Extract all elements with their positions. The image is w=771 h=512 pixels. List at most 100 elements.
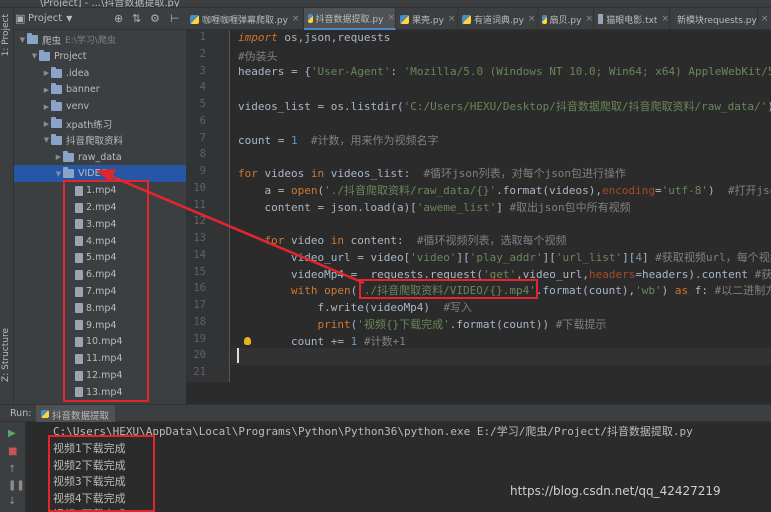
project-tool-tab[interactable]: 1: Project xyxy=(1,14,13,56)
folder-icon xyxy=(39,49,50,61)
code-editor[interactable]: import os,json,requests #伪装头 headers = {'U… xyxy=(231,30,771,382)
chevron-right-icon[interactable]: ▶ xyxy=(42,86,51,94)
annotation-path-box xyxy=(359,279,538,299)
scroll-down-icon[interactable]: ↓ xyxy=(8,496,16,507)
tree-folder-item[interactable]: ▼ 爬虫 E:\学习\爬虫 xyxy=(14,31,186,48)
close-icon[interactable]: × xyxy=(585,14,593,24)
code-line[interactable]: print('视频{}下载完成'.format(count)) #下载提示 xyxy=(238,316,606,332)
code-token: in xyxy=(330,234,344,247)
chevron-right-icon[interactable]: ▶ xyxy=(42,69,51,77)
code-token: count = xyxy=(238,133,291,147)
code-line[interactable]: #伪装头 xyxy=(238,48,278,64)
code-token: #获取视频url，每个视频有6个url xyxy=(655,250,771,264)
tree-folder-item[interactable]: ▼ Project xyxy=(14,48,186,65)
line-number: 16 xyxy=(193,282,206,295)
code-token: os,json,requests xyxy=(277,31,391,44)
editor-tab-bar: 咖喱咖喱弹幕爬取.py × 抖音数据提取.py × 果壳.py × 有道词典.py × 扇贝.p… xyxy=(186,8,771,30)
chevron-right-icon[interactable]: ▶ xyxy=(42,120,51,128)
code-token: =headers).content xyxy=(635,267,755,281)
code-token: in xyxy=(310,167,325,180)
editor-tab[interactable]: 咖喱咖喱弹幕爬取.py × xyxy=(186,8,304,30)
chevron-down-icon[interactable]: ▼ xyxy=(66,14,72,23)
close-icon[interactable]: × xyxy=(661,14,669,24)
code-line[interactable]: a = open('./抖音爬取资料/raw_data/{}'.format(v… xyxy=(238,182,771,198)
pause-icon[interactable]: ❚❚ xyxy=(8,480,25,491)
text-file-icon xyxy=(598,14,604,24)
tree-folder-item[interactable]: ▶ venv xyxy=(14,98,186,115)
code-token: .format(count), xyxy=(535,284,636,298)
code-token: ] xyxy=(642,250,656,264)
editor-tab-label: 扇贝.py xyxy=(549,15,582,26)
scroll-up-icon[interactable]: ↑ xyxy=(8,464,16,475)
close-icon[interactable]: × xyxy=(761,14,769,24)
line-number: 4 xyxy=(199,81,206,94)
annotation-video-files-box xyxy=(63,180,149,402)
code-line[interactable]: content = json.load(a)['aweme_list'] #取出… xyxy=(238,199,630,215)
close-icon[interactable]: × xyxy=(387,13,395,23)
editor-tab[interactable]: 果壳.py × xyxy=(396,8,458,30)
editor-tab[interactable]: 猫眼电影.txt × xyxy=(594,8,670,30)
chevron-down-icon[interactable]: ▼ xyxy=(30,52,39,60)
globe-icon[interactable]: ⊕ xyxy=(114,12,123,25)
gear-icon[interactable]: ⚙ xyxy=(150,12,160,25)
code-line[interactable]: for video in content: #循环视频列表，选取每个视频 xyxy=(238,232,567,248)
code-token: #循环json列表，对每个json包进行操作 xyxy=(423,167,627,180)
stop-icon[interactable]: ■ xyxy=(8,446,17,457)
code-token: a = xyxy=(238,183,291,197)
code-token: .format(count)) xyxy=(449,317,556,331)
python-file-icon xyxy=(400,14,409,24)
code-line[interactable]: import os,json,requests xyxy=(238,31,390,44)
collapse-icon[interactable]: ⊢ xyxy=(170,12,180,25)
editor-tab-label: 咖喱咖喱弹幕爬取.py xyxy=(202,15,288,26)
tree-item-label: raw_data xyxy=(78,151,122,163)
editor-tab[interactable]: 扇贝.py × xyxy=(538,8,594,30)
close-icon[interactable]: × xyxy=(292,14,300,24)
tree-folder-item[interactable]: ▶ banner xyxy=(14,81,186,98)
line-number: 2 xyxy=(199,47,206,60)
split-icon[interactable]: ⇅ xyxy=(132,12,141,25)
current-line-highlight xyxy=(231,348,771,366)
tree-folder-item[interactable]: ▶ raw_data xyxy=(14,149,186,166)
code-token: print xyxy=(317,317,351,331)
line-number: 7 xyxy=(199,131,206,144)
code-token: #获取 xyxy=(754,267,771,281)
code-line[interactable]: count = 1 #计数，用来作为视频名字 xyxy=(238,132,438,148)
line-number: 6 xyxy=(199,114,206,127)
code-line[interactable]: f.write(videoMp4) #写入 xyxy=(238,299,471,315)
run-icon[interactable]: ▶ xyxy=(8,428,16,439)
tree-folder-item[interactable]: ▼ 抖音爬取资料 xyxy=(14,132,186,149)
chevron-down-icon[interactable]: ▼ xyxy=(18,36,27,44)
structure-tool-tab[interactable]: Z: Structure xyxy=(1,328,13,382)
code-line[interactable]: count += 1 #计数+1 xyxy=(238,333,406,349)
folder-icon xyxy=(51,66,62,78)
project-panel-title[interactable]: Project xyxy=(28,13,62,24)
code-line[interactable]: video_url = video['video']['play_addr'][… xyxy=(238,249,771,265)
chevron-down-icon[interactable]: ▼ xyxy=(54,170,63,178)
tree-item-label: Project xyxy=(54,50,87,62)
run-tab[interactable]: 抖音数据提取 xyxy=(36,405,116,423)
title-bar: \Project] - ...\抖音数据提取.py xyxy=(0,0,771,8)
chevron-down-icon[interactable]: ▼ xyxy=(42,136,51,144)
close-icon[interactable]: × xyxy=(528,14,536,24)
code-token: #计数+1 xyxy=(363,334,406,348)
code-line[interactable]: for videos in videos_list: #循环json列表，对每个… xyxy=(238,165,626,181)
line-number: 5 xyxy=(199,98,206,110)
close-icon[interactable]: × xyxy=(448,14,456,24)
tree-folder-item[interactable]: ▶ xpath练习 xyxy=(14,115,186,132)
editor-tab[interactable]: 有道词典.py × xyxy=(458,8,538,30)
chevron-right-icon[interactable]: ▶ xyxy=(42,103,51,111)
chevron-right-icon[interactable]: ▶ xyxy=(54,153,63,161)
line-number-gutter: 1 2 3 4 5 6 7 8 9 10 11 12 13 14 15 16 17 18 19 20 21 xyxy=(186,30,230,382)
tree-folder-item[interactable]: ▶ .idea xyxy=(14,65,186,82)
code-line[interactable]: headers = {'User-Agent': 'Mozilla/5.0 (W… xyxy=(238,65,771,78)
code-token: open xyxy=(290,183,318,197)
lightbulb-icon[interactable] xyxy=(244,337,251,345)
tree-item-label: banner xyxy=(66,84,100,96)
code-line[interactable]: videos_list = os.listdir('C:/Users/HEXU/… xyxy=(238,98,771,114)
editor-tab[interactable]: 新模块requests.py × xyxy=(670,8,768,30)
annotation-output-box xyxy=(48,435,155,512)
code-token: 'play_addr' xyxy=(469,250,543,264)
window-title: \Project] - ...\抖音数据提取.py xyxy=(40,0,180,8)
editor-tab[interactable]: 抖音数据提取.py × xyxy=(304,8,396,30)
